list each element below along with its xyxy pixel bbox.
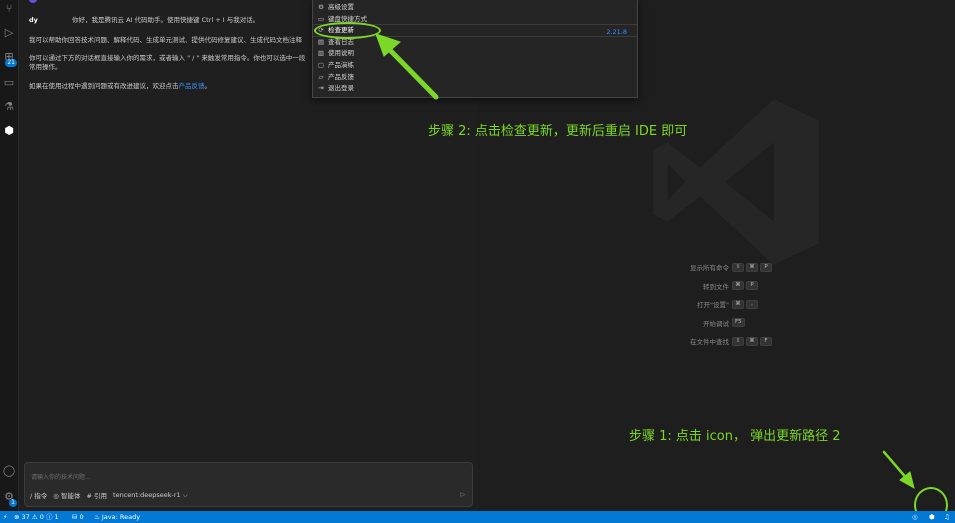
notifications-icon[interactable]: ♫ <box>944 511 950 523</box>
ai-assistant-status-icon[interactable]: ⬢ <box>929 511 935 523</box>
step2-annotation: 步骤 2: 点击检查更新，更新后重启 IDE 即可 <box>428 124 688 139</box>
arrow-to-update-line <box>383 43 439 100</box>
arrow-to-icon-line <box>882 450 910 482</box>
java-status[interactable]: ♨ Java: Ready <box>94 511 140 523</box>
status-bar: ⚡ ⊗ 37 ⚠ 0 ⓘ 1 ⛁ 0 ♨ Java: Ready ◎ ⬢ ♫ <box>0 511 955 523</box>
annotation-arrows <box>375 33 915 490</box>
ports-indicator[interactable]: ⛁ 0 <box>72 511 84 523</box>
broadcast-icon[interactable]: ◎ <box>912 511 918 523</box>
remote-indicator[interactable]: ⚡ <box>3 511 8 523</box>
arrow-to-update-head <box>375 33 401 57</box>
problems-indicator[interactable]: ⊗ 37 ⚠ 0 ⓘ 1 <box>14 511 59 523</box>
step1-annotation: 步骤 1: 点击 icon， 弹出更新路径 2 <box>629 429 841 444</box>
